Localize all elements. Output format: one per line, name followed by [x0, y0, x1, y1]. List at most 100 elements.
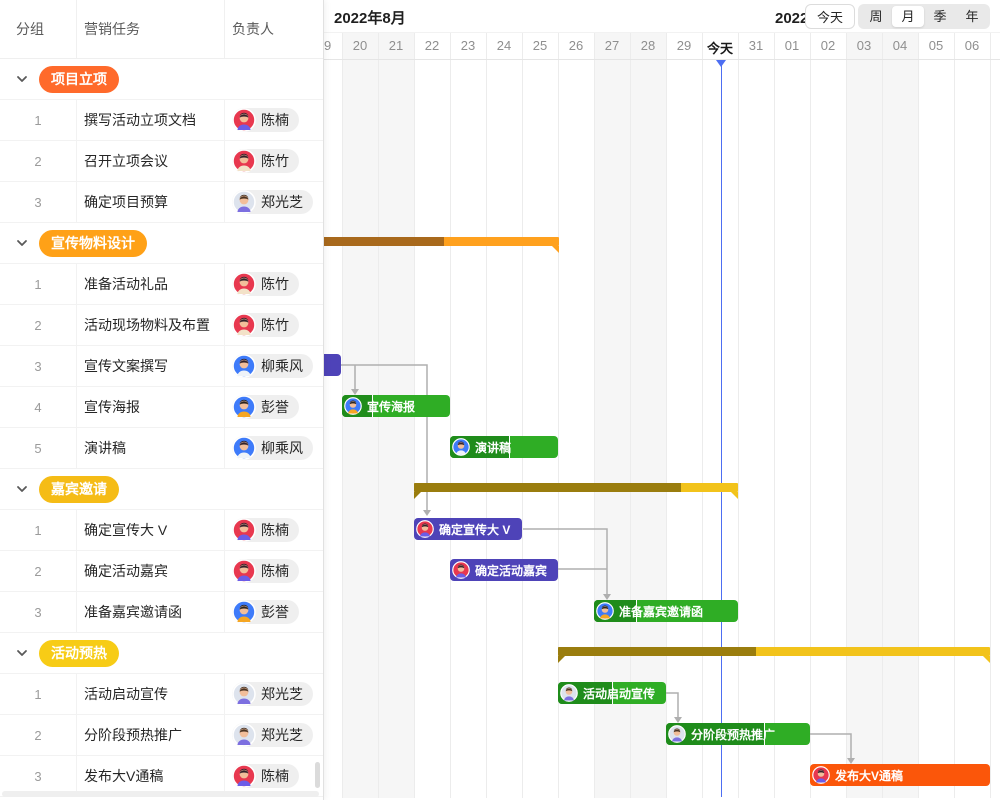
column-divider: [76, 264, 77, 304]
avatar-郑光芝: [560, 684, 578, 702]
task-row[interactable]: 2 召开立项会议 陈竹: [0, 141, 323, 182]
column-divider: [224, 510, 225, 550]
avatar-彭誉: [344, 397, 362, 415]
group-bar-right-cap: [552, 246, 559, 253]
day-gridline: [954, 32, 955, 798]
group-row-活动预热[interactable]: 活动预热: [0, 633, 323, 674]
bar-content: 确定宣传大 V: [414, 518, 522, 540]
bar-content: 分阶段预热推广: [666, 723, 810, 745]
date-cell-26: 26: [558, 38, 594, 53]
column-divider: [76, 428, 77, 468]
column-divider: [76, 346, 77, 386]
view-mode-周[interactable]: 周: [860, 6, 892, 27]
task-number: 2: [0, 564, 76, 579]
group-bar-remaining: [324, 237, 559, 246]
task-bar-演讲稿[interactable]: 演讲稿: [450, 436, 558, 458]
view-mode-季[interactable]: 季: [924, 6, 956, 27]
today-button[interactable]: 今天: [805, 4, 855, 29]
group-row-宣传物料设计[interactable]: 宣传物料设计: [0, 223, 323, 264]
bar-label: 准备嘉宾邀请函: [619, 603, 703, 620]
task-row[interactable]: 2 活动现场物料及布置 陈竹: [0, 305, 323, 346]
task-row[interactable]: 2 分阶段预热推广 郑光芝: [0, 715, 323, 756]
vertical-scrollbar-thumb[interactable]: [315, 762, 320, 788]
view-mode-月[interactable]: 月: [892, 6, 924, 27]
task-bar-发布大V通稿[interactable]: 发布大V通稿: [810, 764, 990, 786]
task-bar-clipped[interactable]: [324, 354, 341, 376]
bar-label: 确定活动嘉宾: [475, 562, 547, 579]
column-divider: [224, 674, 225, 714]
task-owner-cell: 陈楠: [224, 518, 323, 542]
task-bar-分阶段预热推广[interactable]: 分阶段预热推广: [666, 723, 810, 745]
task-number: 1: [0, 687, 76, 702]
column-divider: [224, 0, 225, 58]
chevron-down-icon[interactable]: [16, 483, 28, 495]
group-row-嘉宾邀请[interactable]: 嘉宾邀请: [0, 469, 323, 510]
task-bar-确定宣传大 V[interactable]: 确定宣传大 V: [414, 518, 522, 540]
avatar-陈楠: [232, 108, 256, 132]
task-bar-活动启动宣传[interactable]: 活动启动宣传: [558, 682, 666, 704]
task-table-panel: 分组 营销任务 负责人 项目立项 1 撰写活动立项文档 陈楠 2 召开立项会议: [0, 0, 324, 800]
task-row[interactable]: 1 确定宣传大 V 陈楠: [0, 510, 323, 551]
task-bar-宣传海报[interactable]: 宣传海报: [342, 395, 450, 417]
column-divider: [76, 592, 77, 632]
task-owner-cell: 彭誉: [224, 395, 323, 419]
owner-name: 郑光芝: [261, 725, 303, 745]
date-cell-31: 31: [738, 38, 774, 53]
bar-content: 演讲稿: [450, 436, 558, 458]
column-divider: [224, 756, 225, 796]
owner-pill: 陈楠: [232, 764, 299, 788]
date-cell-05: 05: [918, 38, 954, 53]
avatar-陈竹: [232, 313, 256, 337]
weekend-shade: [882, 32, 918, 798]
group-bar-progress: [558, 647, 756, 656]
task-row[interactable]: 3 宣传文案撰写 柳乘风: [0, 346, 323, 387]
task-owner-cell: 郑光芝: [224, 682, 323, 706]
table-body: 项目立项 1 撰写活动立项文档 陈楠 2 召开立项会议 陈竹: [0, 59, 323, 797]
task-row[interactable]: 1 准备活动礼品 陈竹: [0, 264, 323, 305]
task-row[interactable]: 4 宣传海报 彭誉: [0, 387, 323, 428]
task-row[interactable]: 3 准备嘉宾邀请函 彭誉: [0, 592, 323, 633]
group-bar-right-cap: [983, 656, 990, 663]
day-gridline: [702, 32, 703, 798]
bar-content: 活动启动宣传: [558, 682, 666, 704]
date-cell-19: 19: [324, 38, 342, 53]
column-header-task: 营销任务: [76, 19, 224, 39]
column-divider: [76, 305, 77, 345]
task-owner-cell: 陈竹: [224, 313, 323, 337]
date-cell-29: 29: [666, 38, 702, 53]
group-bar-remaining: [558, 647, 990, 656]
task-row[interactable]: 1 活动启动宣传 郑光芝: [0, 674, 323, 715]
group-summary-bar-嘉宾邀请[interactable]: [414, 483, 738, 492]
column-divider: [76, 182, 77, 222]
task-bar-准备嘉宾邀请函[interactable]: 准备嘉宾邀请函: [594, 600, 738, 622]
owner-name: 陈楠: [261, 110, 289, 130]
task-row[interactable]: 3 确定项目预算 郑光芝: [0, 182, 323, 223]
owner-pill: 郑光芝: [232, 190, 313, 214]
owner-pill: 陈竹: [232, 149, 299, 173]
weekend-shade: [846, 32, 882, 798]
chevron-down-icon[interactable]: [16, 647, 28, 659]
owner-pill: 柳乘风: [232, 354, 313, 378]
horizontal-scrollbar[interactable]: [2, 791, 319, 797]
group-summary-bar-宣传物料设计[interactable]: [324, 237, 559, 246]
task-owner-cell: 郑光芝: [224, 723, 323, 747]
column-divider: [224, 100, 225, 140]
date-cell-03: 03: [846, 38, 882, 53]
day-gridline: [918, 32, 919, 798]
task-number: 2: [0, 728, 76, 743]
day-gridline: [990, 32, 991, 798]
chevron-down-icon[interactable]: [16, 237, 28, 249]
task-row[interactable]: 2 确定活动嘉宾 陈楠: [0, 551, 323, 592]
task-name: 活动启动宣传: [76, 684, 224, 704]
task-row[interactable]: 5 演讲稿 柳乘风: [0, 428, 323, 469]
task-row[interactable]: 1 撰写活动立项文档 陈楠: [0, 100, 323, 141]
view-mode-年[interactable]: 年: [956, 6, 988, 27]
task-bar-确定活动嘉宾[interactable]: 确定活动嘉宾: [450, 559, 558, 581]
avatar-陈楠: [232, 764, 256, 788]
chevron-down-icon[interactable]: [16, 73, 28, 85]
group-row-项目立项[interactable]: 项目立项: [0, 59, 323, 100]
group-summary-bar-活动预热[interactable]: [558, 647, 990, 656]
date-cell-27: 27: [594, 38, 630, 53]
column-divider: [76, 551, 77, 591]
bar-content: 宣传海报: [342, 395, 450, 417]
